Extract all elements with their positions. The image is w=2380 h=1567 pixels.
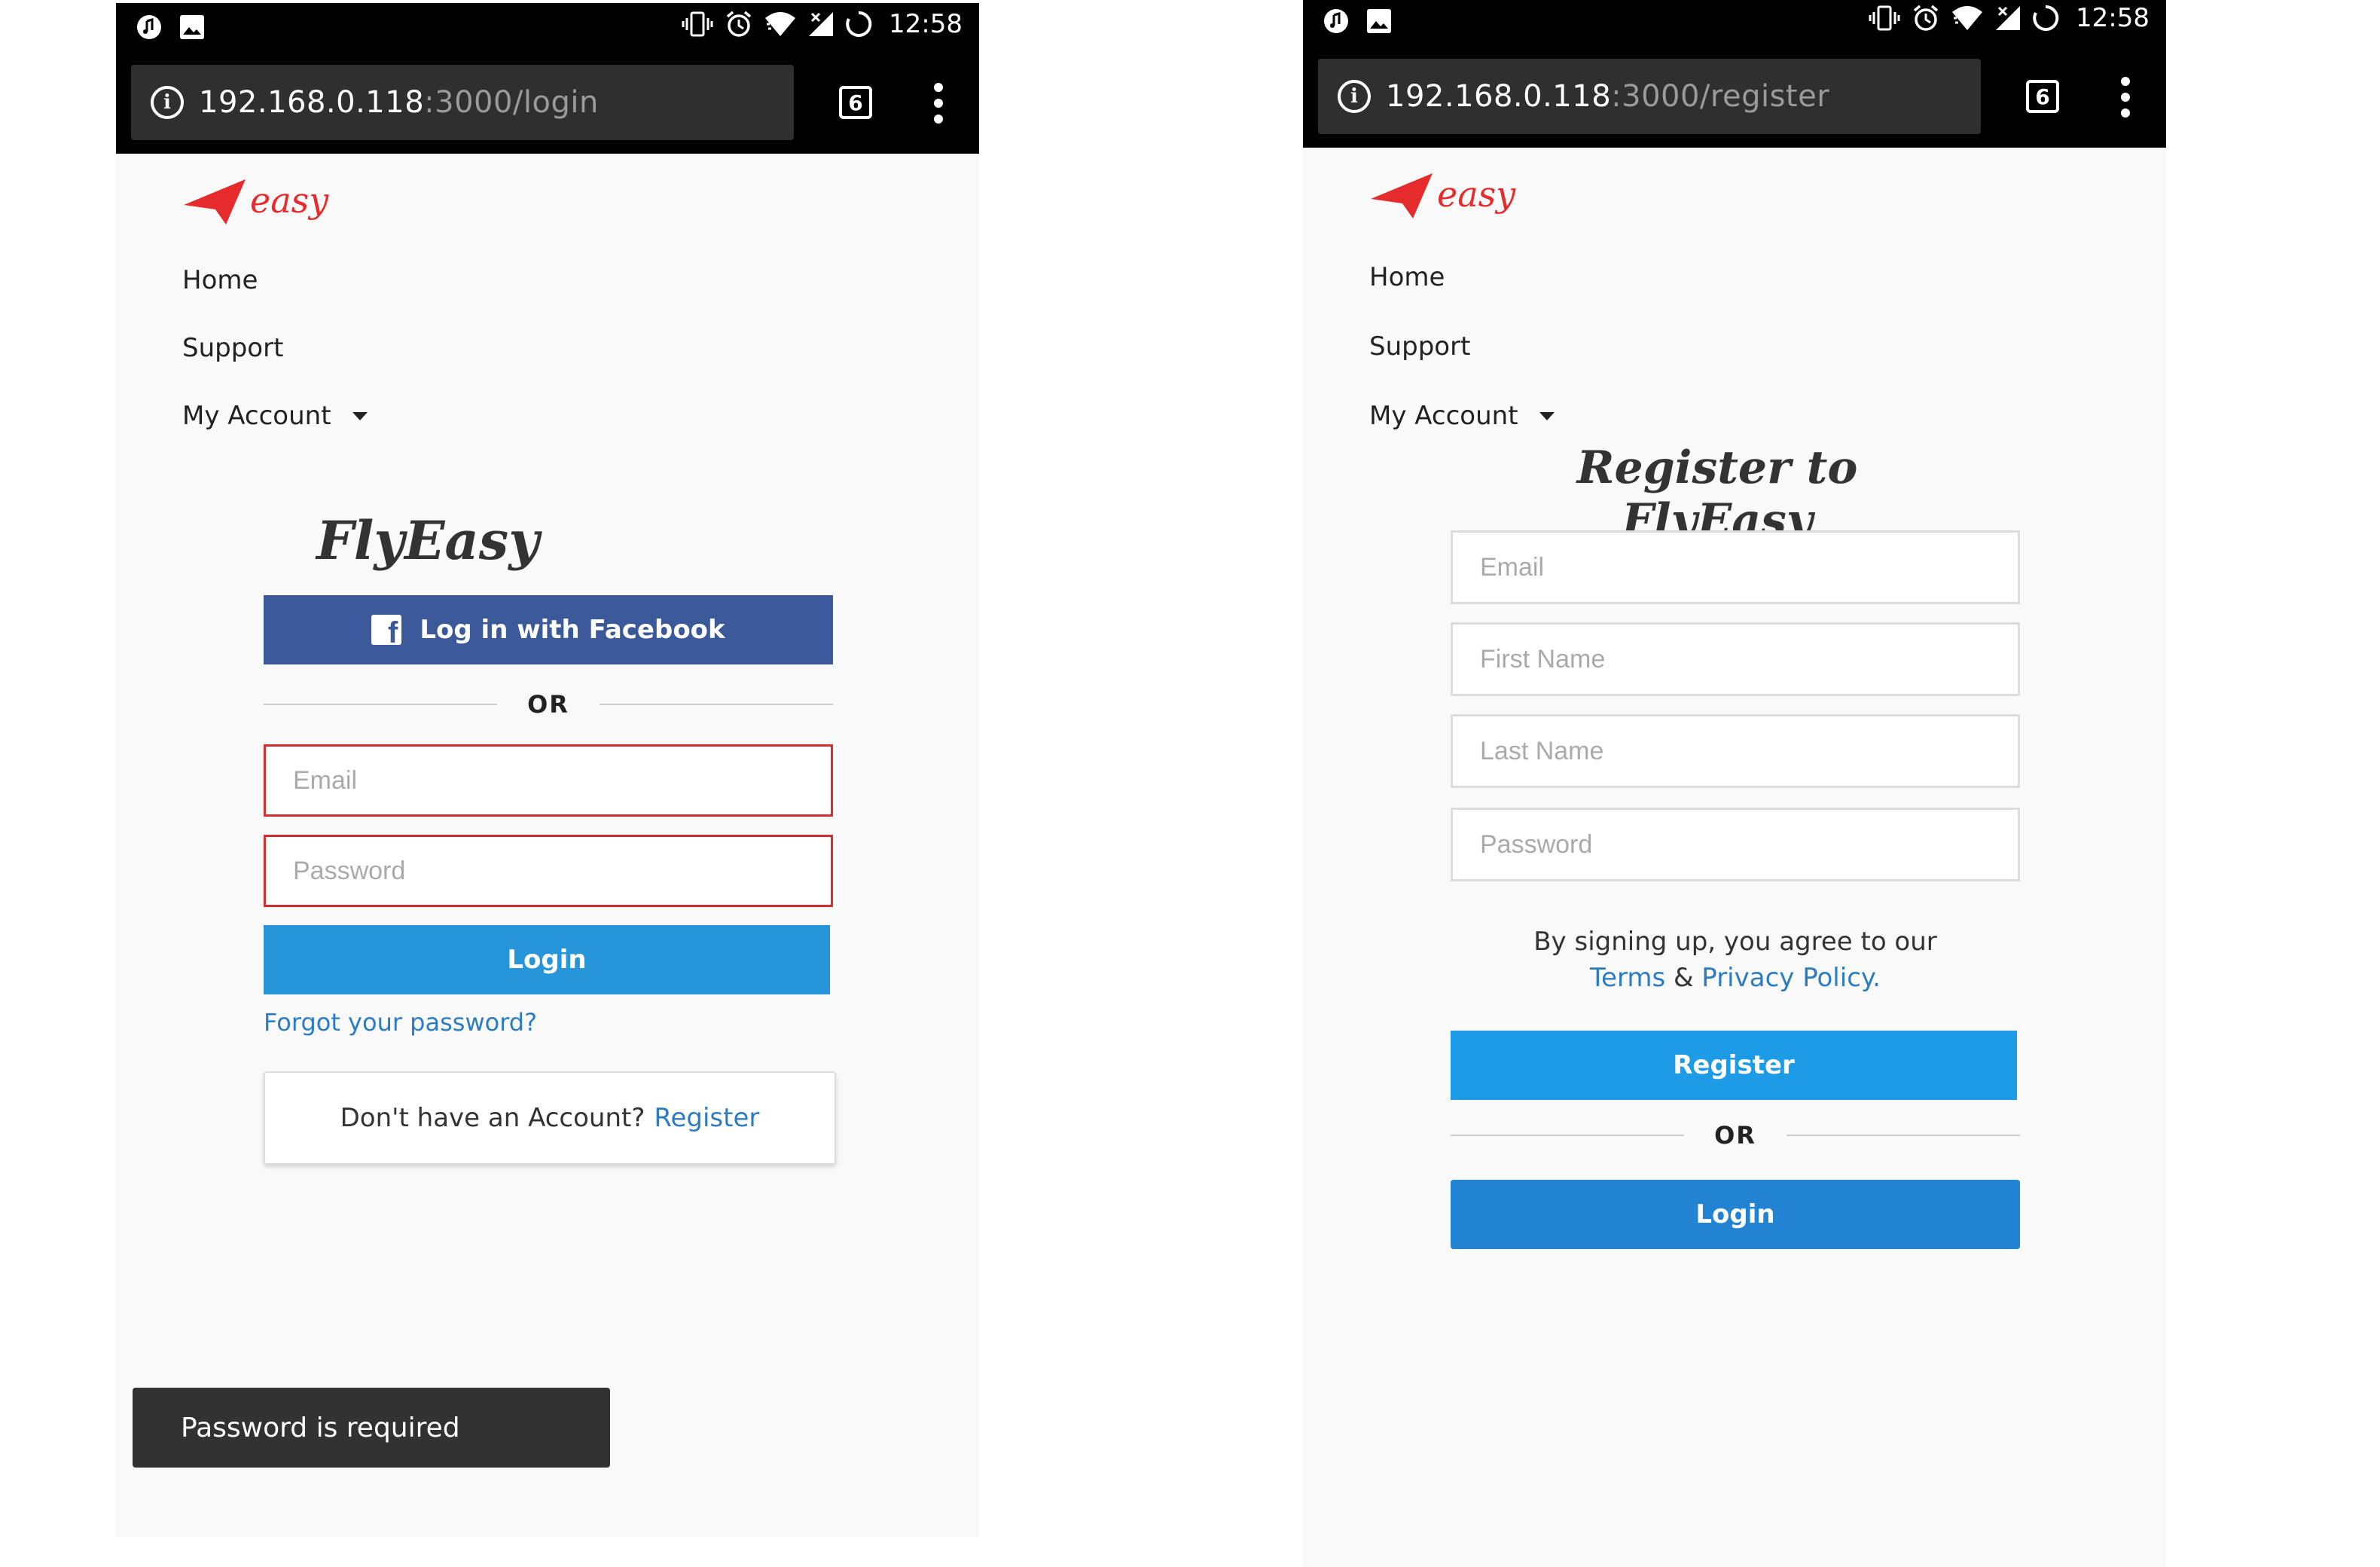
or-label: OR xyxy=(1714,1121,1756,1150)
nav-my-account[interactable]: My Account xyxy=(182,401,368,431)
caret-down-icon xyxy=(352,411,368,420)
nav-home[interactable]: Home xyxy=(1369,262,1445,292)
status-bar: 12:58 xyxy=(1303,0,2166,51)
url-text[interactable]: 192.168.0.118:3000/login xyxy=(199,85,599,120)
sync-icon xyxy=(2032,5,2059,32)
logo-text: easy xyxy=(1437,174,1516,215)
register-button[interactable]: Register xyxy=(1451,1031,2017,1100)
signal-icon xyxy=(807,11,835,38)
terms-link[interactable]: Terms xyxy=(1590,963,1665,993)
no-account-text: Don't have an Account? xyxy=(340,1103,645,1133)
login-button[interactable]: Login xyxy=(1451,1180,2020,1249)
last-name-field[interactable] xyxy=(1451,714,2020,788)
register-screen: 12:58 i 192.168.0.118:3000/register 6 ea… xyxy=(1303,0,2166,1567)
wifi-icon xyxy=(1951,5,1984,32)
url-text[interactable]: 192.168.0.118:3000/register xyxy=(1386,79,1829,114)
facebook-login-button[interactable]: f Log in with Facebook xyxy=(264,595,833,664)
image-icon xyxy=(179,14,205,41)
vibrate-icon xyxy=(681,11,714,38)
caret-down-icon xyxy=(1539,411,1555,420)
login-button[interactable]: Login xyxy=(264,925,830,994)
privacy-policy-link[interactable]: Privacy Policy. xyxy=(1701,963,1881,993)
paper-plane-icon xyxy=(1371,173,1433,218)
or-divider: OR xyxy=(1451,1121,2020,1150)
or-divider: OR xyxy=(264,690,833,719)
nav-home[interactable]: Home xyxy=(182,265,258,295)
music-app-icon xyxy=(136,14,163,41)
login-screen: 12:58 i 192.168.0.118:3000/login 6 easy … xyxy=(116,3,979,1537)
ampersand: & xyxy=(1673,963,1694,993)
password-field[interactable] xyxy=(1451,808,2020,881)
brand-title: FlyEasy xyxy=(316,509,539,572)
facebook-icon: f xyxy=(371,615,402,645)
alarm-icon xyxy=(1912,4,1940,32)
register-link[interactable]: Register xyxy=(654,1103,759,1133)
browser-toolbar: i 192.168.0.118:3000/register 6 xyxy=(1303,51,2166,148)
overflow-menu-icon[interactable] xyxy=(2121,77,2130,118)
no-account-card: Don't have an Account? Register xyxy=(264,1071,836,1165)
browser-toolbar: i 192.168.0.118:3000/login 6 xyxy=(116,57,979,154)
email-field[interactable] xyxy=(1451,530,2020,604)
status-bar: 12:58 xyxy=(116,3,979,57)
tab-switcher-button[interactable]: 6 xyxy=(839,86,872,119)
terms-notice: By signing up, you agree to our Terms & … xyxy=(1451,924,2020,996)
nav-my-account-label: My Account xyxy=(1369,401,1518,431)
vibrate-icon xyxy=(1868,5,1901,32)
forgot-password-link[interactable]: Forgot your password? xyxy=(264,1008,537,1037)
email-field[interactable] xyxy=(264,744,833,817)
image-icon xyxy=(1366,8,1392,35)
music-app-icon xyxy=(1323,8,1350,35)
sync-icon xyxy=(845,11,872,38)
tab-switcher-button[interactable]: 6 xyxy=(2026,80,2059,113)
snackbar-message: Password is required xyxy=(181,1412,460,1443)
first-name-field[interactable] xyxy=(1451,622,2020,696)
address-bar[interactable]: i 192.168.0.118:3000/register xyxy=(1318,59,1981,134)
password-field[interactable] xyxy=(264,835,833,907)
signal-icon xyxy=(1994,5,2021,32)
alarm-icon xyxy=(725,10,753,38)
status-time: 12:58 xyxy=(889,9,963,39)
logo[interactable]: easy xyxy=(182,178,328,226)
nav-my-account-label: My Account xyxy=(182,401,331,431)
nav-my-account[interactable]: My Account xyxy=(1369,401,1555,431)
facebook-login-label: Log in with Facebook xyxy=(420,615,725,645)
address-bar[interactable]: i 192.168.0.118:3000/login xyxy=(131,65,794,140)
logo[interactable]: easy xyxy=(1369,172,1515,220)
status-time: 12:58 xyxy=(2076,3,2150,33)
paper-plane-icon xyxy=(184,179,246,225)
nav-support[interactable]: Support xyxy=(1369,331,1470,362)
nav-support[interactable]: Support xyxy=(182,333,283,363)
terms-prefix: By signing up, you agree to our xyxy=(1533,927,1937,957)
logo-text: easy xyxy=(250,180,329,221)
overflow-menu-icon[interactable] xyxy=(934,83,943,124)
snackbar: Password is required xyxy=(133,1388,610,1468)
wifi-icon xyxy=(764,11,797,38)
info-icon[interactable]: i xyxy=(151,86,184,119)
info-icon[interactable]: i xyxy=(1338,80,1371,113)
or-label: OR xyxy=(527,690,569,719)
